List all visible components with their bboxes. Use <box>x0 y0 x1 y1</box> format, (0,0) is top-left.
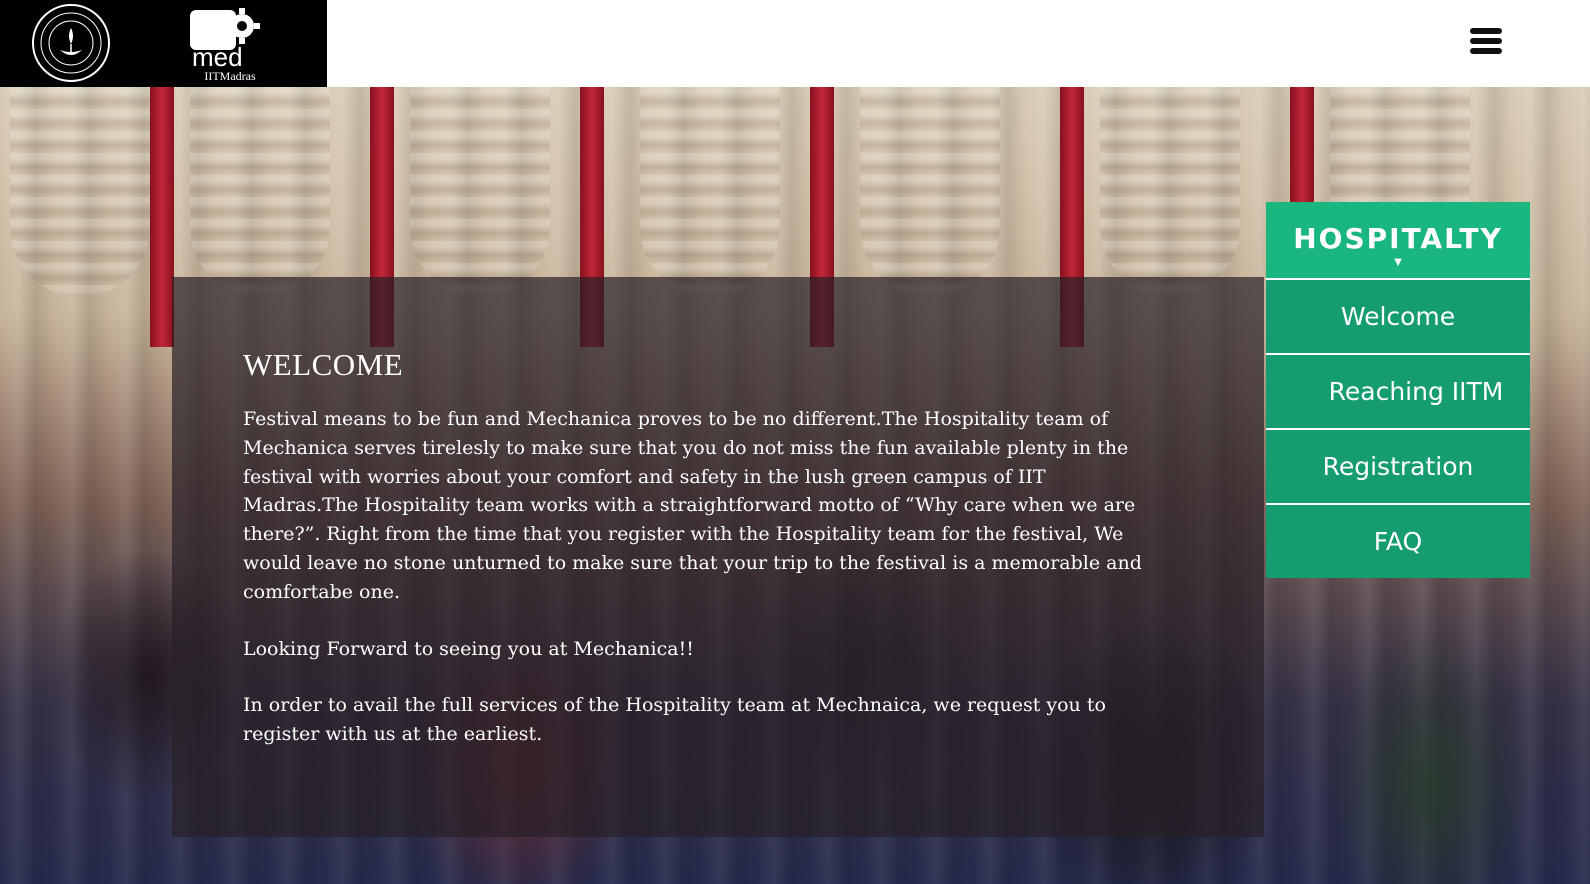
side-menu-item-label: Welcome <box>1340 302 1456 331</box>
logo-caption: IITMadras <box>204 69 256 83</box>
side-menu-header[interactable]: HOSPITALTY ▼ <box>1266 202 1530 280</box>
iit-madras-emblem-icon[interactable] <box>30 2 112 84</box>
side-menu-item-label: FAQ <box>1373 527 1423 556</box>
med-gear-logo-icon: med <box>190 8 260 72</box>
side-menu-title: HOSPITALTY <box>1293 222 1503 255</box>
side-menu-item-label: Reaching IITM <box>1328 377 1504 406</box>
caret-down-icon: ▼ <box>1391 254 1405 269</box>
welcome-paragraph: Looking Forward to seeing you at Mechani… <box>243 637 694 660</box>
side-menu-item-label: Registration <box>1322 452 1474 481</box>
side-menu-item-registration[interactable]: Registration <box>1266 430 1530 505</box>
hamburger-menu-icon[interactable] <box>1470 28 1506 60</box>
welcome-paragraph: In order to avail the full services of t… <box>243 694 1106 746</box>
logo-bar: med IITMadras <box>0 0 327 87</box>
welcome-paragraph: Festival means to be fun and Mechanica p… <box>243 408 1142 603</box>
hospitality-side-menu: HOSPITALTY ▼ Welcome Reaching IITM Regis… <box>1266 202 1530 578</box>
side-menu-item-reaching-iitm[interactable]: Reaching IITM <box>1266 355 1530 430</box>
welcome-title: WELCOME <box>243 347 404 382</box>
med-iitm-logo[interactable]: med IITMadras <box>190 6 270 84</box>
side-menu-item-faq[interactable]: FAQ <box>1266 505 1530 578</box>
welcome-text: Festival means to be fun and Mechanica p… <box>243 405 1163 777</box>
svg-text:med: med <box>192 42 243 70</box>
side-menu-item-welcome[interactable]: Welcome <box>1266 280 1530 355</box>
site-header: med IITMadras <box>0 0 1590 87</box>
welcome-panel: WELCOME Festival means to be fun and Mec… <box>172 277 1264 837</box>
